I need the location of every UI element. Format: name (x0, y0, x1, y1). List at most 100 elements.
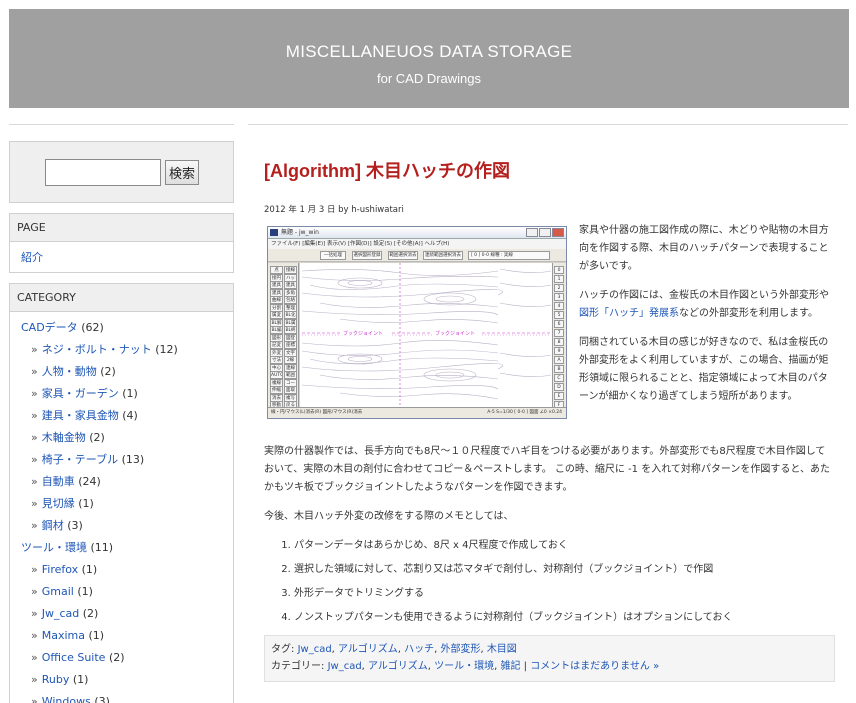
category-count: (11) (90, 541, 114, 554)
memo-list: パターンデータはあらかじめ、8尺 x 4尺程度で作成しておく 選択した領域に対し… (294, 537, 834, 627)
hatch-extension-link[interactable]: 図形「ハッチ」発展系 (579, 308, 679, 319)
cad-layer-button: E (554, 392, 564, 400)
category-link[interactable]: Jw_cad (42, 607, 80, 620)
bullet-icon: » (31, 387, 38, 400)
post-category-link[interactable]: ツール・環境 (434, 661, 494, 672)
cad-toolbar-button: 一括処理 (320, 251, 346, 260)
tag-link[interactable]: 外部変形 (440, 644, 480, 655)
cad-layer-button: A (554, 356, 564, 364)
close-icon (552, 228, 564, 237)
category-link[interactable]: 自動車 (42, 475, 75, 488)
list-item: 外形データでトリミングする (294, 585, 834, 603)
category-link[interactable]: 建具・家具金物 (42, 409, 119, 422)
category-item: » 見切縁 (1) (10, 493, 233, 515)
post-paragraph: ハッチの作図には、金桜氏の木目作図という外部変形や図形「ハッチ」発展系などの外部… (579, 287, 833, 323)
bullet-icon: » (31, 695, 38, 703)
category-item: » 人物・動物 (2) (10, 361, 233, 383)
cad-toolbar-button: 連続範囲選択消去 (423, 251, 463, 260)
cad-title-bar: 無題 - jw_win (268, 227, 566, 239)
post-paragraph: 今後、木目ハッチ外変の改修をする際のメモとしては、 (264, 511, 514, 522)
category-link[interactable]: 椅子・テーブル (42, 453, 118, 466)
post-paragraph: 家具や什器の施工図作成の際に、木どりや貼物の木目方向を作図する際、木目のハッチパ… (579, 225, 829, 272)
category-link[interactable]: 家具・ガーデン (42, 387, 119, 400)
main-content: [Algorithm] 木目ハッチの作図 2012 年 1 月 3 日 by h… (248, 124, 848, 682)
post-paragraph: 同梱されている木目の感じが好きなので、私は金桜氏の外部変形をよく利用していますが… (579, 337, 829, 402)
search-button[interactable]: 検索 (165, 160, 199, 185)
page-widget: PAGE 紹介 (9, 213, 234, 273)
divider (248, 124, 848, 125)
category-link[interactable]: CADデータ (21, 321, 78, 334)
category-link[interactable]: 見切縁 (42, 497, 75, 510)
cad-layer-button: 9 (554, 347, 564, 355)
cad-layer-button: 7 (554, 329, 564, 337)
bullet-icon: » (31, 673, 38, 686)
cad-layer-button: 1 (554, 275, 564, 283)
bullet-icon: » (31, 343, 38, 356)
tag-link[interactable]: アルゴリズム (338, 644, 398, 655)
post-meta: 2012 年 1 月 3 日 by h-ushiwatari (264, 205, 404, 215)
post-category-link[interactable]: アルゴリズム (368, 661, 428, 672)
category-item: ツール・環境 (11) (10, 537, 233, 559)
cad-layer-button: 2 (554, 284, 564, 292)
category-item: » Windows (3) (10, 691, 233, 703)
bullet-icon: » (31, 585, 38, 598)
post-category-list: Jw_cad, アルゴリズム, ツール・環境, 雑記 (327, 661, 521, 672)
tag-link[interactable]: Jw_cad (298, 644, 332, 655)
comments-link[interactable]: コメントはまだありません » (530, 661, 659, 672)
category-link[interactable]: 鋼材 (42, 519, 64, 532)
app-icon (270, 229, 278, 236)
category-link[interactable]: Ruby (42, 673, 70, 686)
category-item: » Office Suite (2) (10, 647, 233, 669)
tags-line: タグ: Jw_cad, アルゴリズム, ハッチ, 外部変形, 木目図 (271, 641, 828, 658)
cad-screenshot-image[interactable]: 無題 - jw_win ファイル(F) [編集(E)] 表示(V) [作図(D)… (267, 226, 567, 419)
category-count: (4) (122, 409, 138, 422)
post-category-link[interactable]: 雑記 (500, 661, 520, 672)
cad-toolbar: 一括処理 選択図形登録 範囲選択消去 連続範囲選択消去 [ 0 ] 0-0 線種… (268, 249, 566, 262)
cad-layer-button: 3 (554, 293, 564, 301)
category-count: (1) (122, 387, 138, 400)
category-count: (13) (121, 453, 145, 466)
cad-status-text: 線・円/マウス(L)消去(R) 図形/マウス(R)消去 (271, 410, 363, 415)
category-item: » Jw_cad (2) (10, 603, 233, 625)
category-link[interactable]: Maxima (42, 629, 85, 642)
page-list: 紹介 (10, 242, 233, 272)
divider (9, 124, 234, 125)
site-title[interactable]: MISCELLANEUOS DATA STORAGE (9, 42, 849, 62)
search-input[interactable] (45, 159, 161, 186)
category-link[interactable]: ツール・環境 (21, 541, 87, 554)
tags-label: タグ: (271, 644, 295, 655)
category-item: » Maxima (1) (10, 625, 233, 647)
category-count: (1) (72, 673, 89, 686)
post-title[interactable]: [Algorithm] 木目ハッチの作図 (264, 157, 848, 183)
categories-line: カテゴリー: Jw_cad, アルゴリズム, ツール・環境, 雑記 | コメント… (271, 661, 660, 672)
category-link[interactable]: 木軸金物 (42, 431, 86, 444)
post-footer: タグ: Jw_cad, アルゴリズム, ハッチ, 外部変形, 木目図 カテゴリー… (264, 635, 835, 682)
cad-layer-button: 6 (554, 320, 564, 328)
paragraph-text: ハッチの作図には、金桜氏の木目作図という外部変形や (579, 290, 829, 301)
post-intro: 家具や什器の施工図作成の際に、木どりや貼物の木目方向を作図する際、木目のハッチパ… (579, 222, 833, 417)
bullet-icon: » (31, 651, 38, 664)
category-count: (24) (78, 475, 101, 488)
search-widget: 検索 (9, 141, 234, 203)
cad-window-title: 無題 - jw_win (281, 229, 319, 236)
bullet-icon: » (31, 607, 38, 620)
cad-layer-button: 8 (554, 338, 564, 346)
bullet-icon: » (31, 365, 38, 378)
cad-left-toolbar: 点接線接円ハッチ建具平建具断建具立多角形曲線包絡分割整理属変BL化BL解BL属B… (268, 263, 299, 409)
category-link[interactable]: 人物・動物 (42, 365, 97, 378)
tag-link[interactable]: 木目図 (487, 644, 517, 655)
category-link[interactable]: Windows (42, 695, 91, 703)
tag-link[interactable]: ハッチ (404, 644, 434, 655)
category-link[interactable]: Office Suite (42, 651, 106, 664)
paragraph-text: などの外部変形を利用します。 (679, 308, 818, 319)
bullet-icon: » (31, 629, 38, 642)
category-link[interactable]: Firefox (42, 563, 78, 576)
category-item: » 家具・ガーデン (1) (10, 383, 233, 405)
category-item: » Ruby (1) (10, 669, 233, 691)
category-link[interactable]: ネジ・ボルト・ナット (42, 343, 152, 356)
category-item: » Firefox (1) (10, 559, 233, 581)
post-category-link[interactable]: Jw_cad (328, 661, 362, 672)
page-link[interactable]: 紹介 (10, 248, 233, 272)
category-item: » 鋼材 (3) (10, 515, 233, 537)
category-link[interactable]: Gmail (42, 585, 74, 598)
